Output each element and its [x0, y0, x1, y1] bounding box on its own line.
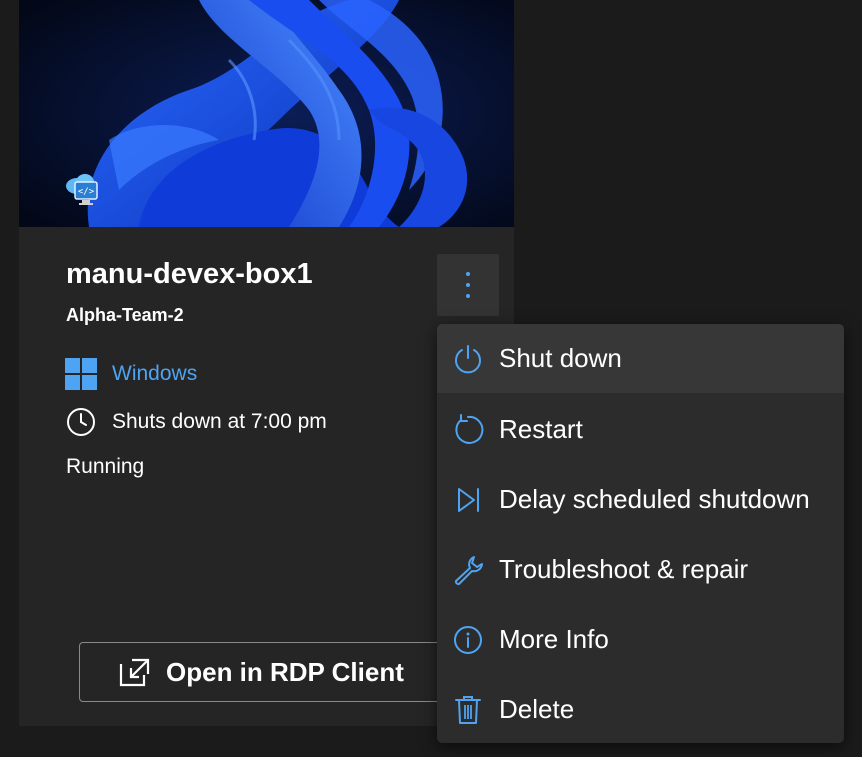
- windows-logo-icon: [65, 358, 97, 390]
- svg-text:</>: </>: [78, 187, 95, 197]
- trash-icon: [451, 693, 485, 727]
- schedule-text: Shuts down at 7:00 pm: [112, 410, 327, 433]
- os-label: Windows: [112, 362, 198, 385]
- menu-item-label: Delete: [499, 694, 575, 724]
- dev-box-icon: </>: [63, 170, 103, 210]
- dev-box-name: manu-devex-box1: [66, 258, 313, 290]
- menu-item-shut-down[interactable]: Shut down: [437, 324, 844, 393]
- schedule-info: Shuts down at 7:00 pm: [65, 406, 327, 438]
- wrench-icon: [451, 553, 485, 587]
- menu-item-troubleshoot[interactable]: Troubleshoot & repair: [437, 535, 844, 604]
- more-options-button[interactable]: [437, 254, 499, 316]
- menu-item-delete[interactable]: Delete: [437, 675, 844, 743]
- project-name: Alpha-Team-2: [66, 305, 184, 325]
- info-icon: [451, 623, 485, 657]
- menu-item-label: Delay scheduled shutdown: [499, 484, 810, 514]
- os-info: Windows: [65, 358, 197, 390]
- menu-item-restart[interactable]: Restart: [437, 395, 844, 464]
- power-icon: [451, 342, 485, 376]
- status-text: Running: [66, 455, 145, 478]
- more-vertical-icon: [466, 272, 470, 298]
- clock-icon: [65, 406, 97, 438]
- menu-item-more-info[interactable]: More Info: [437, 605, 844, 674]
- menu-item-label: Restart: [499, 414, 583, 444]
- menu-item-label: Troubleshoot & repair: [499, 554, 749, 584]
- open-rdp-client-label: Open in RDP Client: [166, 656, 404, 687]
- open-rdp-client-button[interactable]: Open in RDP Client: [79, 642, 459, 702]
- skip-forward-icon: [451, 483, 485, 517]
- wallpaper-image: </>: [19, 0, 514, 227]
- restart-icon: [451, 413, 485, 447]
- menu-item-label: More Info: [499, 624, 609, 654]
- menu-item-delay-shutdown[interactable]: Delay scheduled shutdown: [437, 465, 844, 534]
- menu-item-label: Shut down: [499, 343, 622, 373]
- open-external-icon: [119, 658, 150, 687]
- actions-menu: Shut down Restart Delay scheduled shutdo…: [437, 324, 844, 743]
